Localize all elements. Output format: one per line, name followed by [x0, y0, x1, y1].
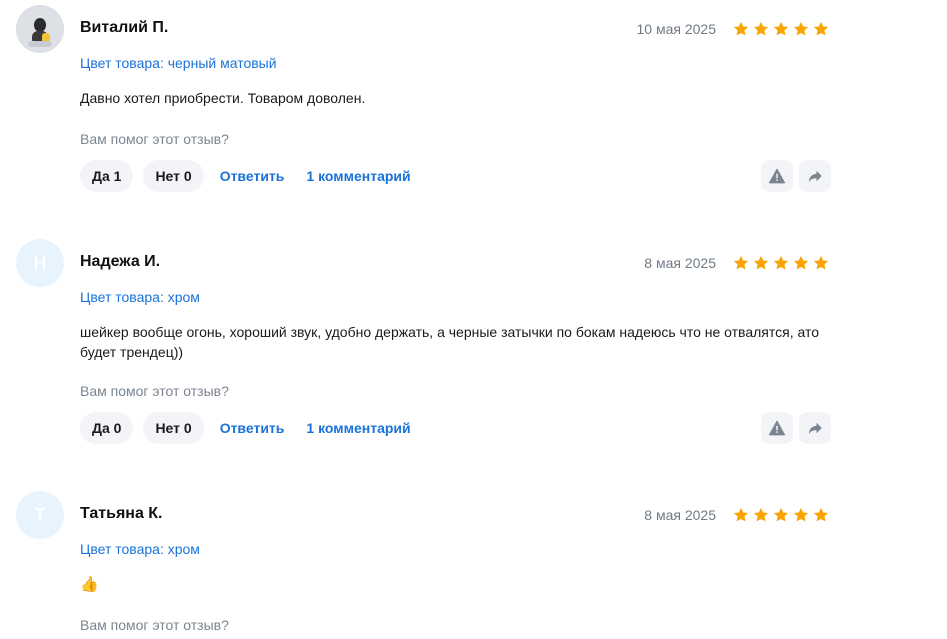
- share-button[interactable]: [799, 160, 831, 192]
- comments-link[interactable]: 1 комментарий: [306, 420, 410, 436]
- review-text: Давно хотел приобрести. Товаром доволен.: [80, 90, 366, 106]
- avatar[interactable]: Т: [16, 491, 64, 539]
- helpful-question: Вам помог этот отзыв?: [80, 383, 229, 399]
- reply-button[interactable]: Ответить: [220, 168, 285, 184]
- share-icon: [809, 170, 822, 182]
- star-icon: [793, 21, 809, 36]
- avatar[interactable]: [16, 5, 64, 53]
- review-actions: Да 0 Нет 0 Ответить 1 комментарий: [80, 412, 427, 444]
- review-author[interactable]: Виталий П.: [80, 19, 168, 37]
- rating-stars: [732, 506, 830, 524]
- rating-stars: [732, 20, 830, 38]
- report-button[interactable]: [761, 160, 793, 192]
- star-icon: [773, 21, 789, 36]
- review-date: 8 мая 2025: [644, 255, 716, 271]
- rating-stars: [732, 254, 830, 272]
- product-variant: Цвет товара: черный матовый: [80, 55, 277, 71]
- helpful-question: Вам помог этот отзыв?: [80, 131, 229, 147]
- star-icon: [813, 21, 829, 36]
- report-button[interactable]: [761, 412, 793, 444]
- user-photo-icon: [16, 5, 64, 53]
- review-author[interactable]: Надежа И.: [80, 253, 160, 271]
- product-variant: Цвет товара: хром: [80, 541, 200, 557]
- star-icon: [733, 507, 749, 522]
- warning-icon: [768, 168, 786, 184]
- star-icon: [733, 255, 749, 270]
- share-icon: [809, 422, 822, 434]
- star-icon: [813, 255, 829, 270]
- helpful-yes-button[interactable]: Да 1: [80, 160, 134, 192]
- helpful-yes-button[interactable]: Да 0: [80, 412, 134, 444]
- helpful-no-button[interactable]: Нет 0: [143, 160, 204, 192]
- star-icon: [753, 507, 769, 522]
- star-icon: [753, 21, 769, 36]
- star-icon: [813, 507, 829, 522]
- warning-icon: [768, 420, 786, 436]
- review-card: Виталий П. 10 мая 2025 Цвет товара: черн…: [0, 0, 947, 210]
- share-button[interactable]: [799, 412, 831, 444]
- helpful-no-button[interactable]: Нет 0: [143, 412, 204, 444]
- product-variant: Цвет товара: хром: [80, 289, 200, 305]
- review-text: шейкер вообще огонь, хороший звук, удобн…: [80, 324, 820, 360]
- comments-link[interactable]: 1 комментарий: [306, 168, 410, 184]
- review-card: Т Татьяна К. 8 мая 2025 Цвет товара: хро…: [0, 486, 947, 639]
- star-icon: [793, 507, 809, 522]
- review-date: 10 мая 2025: [636, 21, 717, 37]
- review-date: 8 мая 2025: [644, 507, 716, 523]
- star-icon: [773, 507, 789, 522]
- review-actions: Да 1 Нет 0 Ответить 1 комментарий: [80, 160, 427, 192]
- avatar[interactable]: Н: [16, 239, 64, 287]
- helpful-question: Вам помог этот отзыв?: [80, 617, 229, 633]
- reply-button[interactable]: Ответить: [220, 420, 285, 436]
- review-text: 👍: [80, 576, 99, 593]
- star-icon: [753, 255, 769, 270]
- star-icon: [733, 21, 749, 36]
- star-icon: [773, 255, 789, 270]
- review-author[interactable]: Татьяна К.: [80, 505, 163, 523]
- review-card: Н Надежа И. 8 мая 2025 Цвет товара: хром…: [0, 234, 947, 464]
- star-icon: [793, 255, 809, 270]
